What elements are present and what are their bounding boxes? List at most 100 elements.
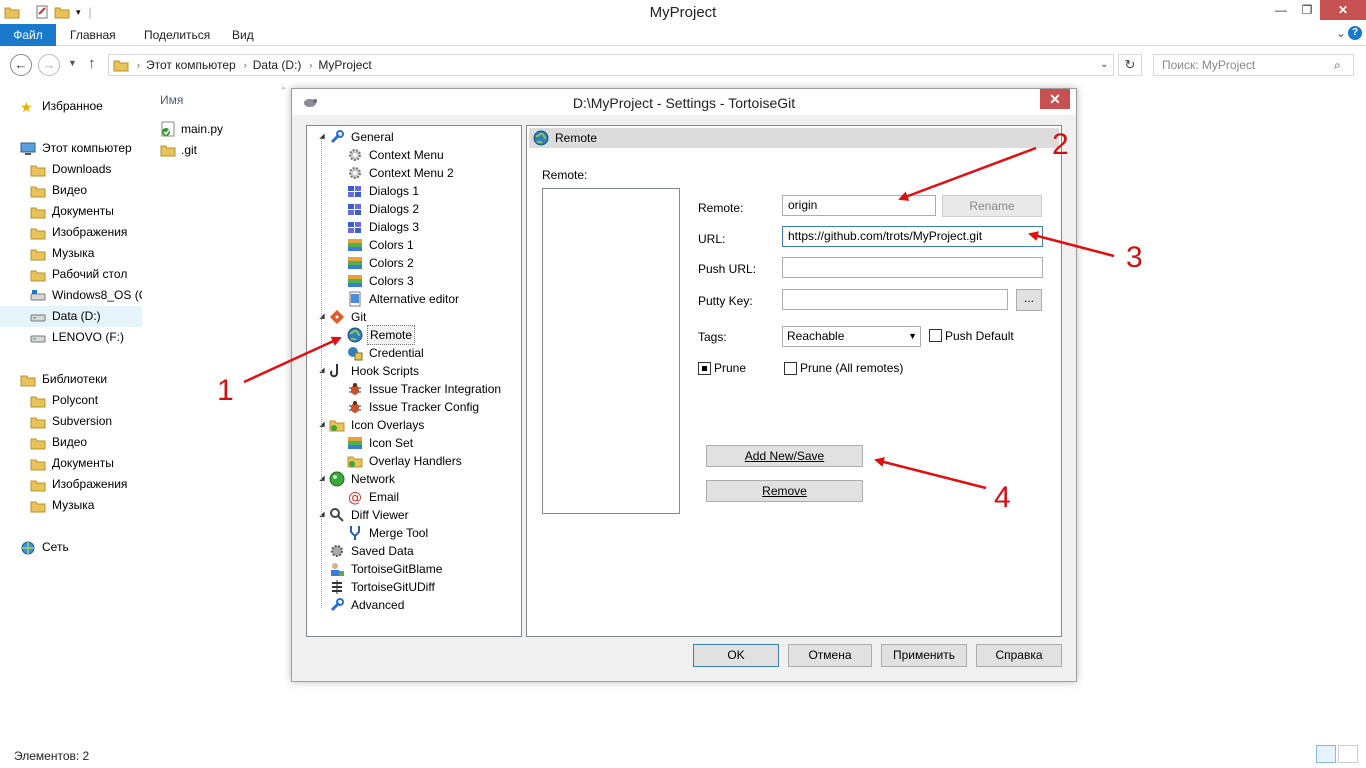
nav-libraries[interactable]: Библиотеки — [0, 369, 142, 390]
url-input[interactable]: https://github.com/trots/MyProject.git — [782, 226, 1043, 247]
nav-item[interactable]: Музыка — [0, 495, 142, 516]
tree-node-colors-2[interactable]: Colors 2 — [307, 254, 521, 272]
nav-item[interactable]: Subversion — [0, 411, 142, 432]
tree-expand-icon[interactable]: ◢ — [317, 470, 327, 488]
maximize-button[interactable]: ❐ — [1294, 0, 1320, 20]
tree-node-advanced[interactable]: Advanced — [307, 596, 521, 614]
tree-expand-icon[interactable]: ◢ — [317, 308, 327, 326]
nav-this-pc[interactable]: Этот компьютер — [0, 138, 142, 159]
breadcrumb-data-d[interactable]: Data (D:) — [253, 58, 302, 72]
file-item[interactable]: main.py — [160, 119, 223, 139]
tab-home[interactable]: Главная — [56, 24, 130, 46]
tree-node-credential[interactable]: Credential — [307, 344, 521, 362]
tree-node-udiff[interactable]: TortoiseGitUDiff — [307, 578, 521, 596]
tree-node-saved-data[interactable]: Saved Data — [307, 542, 521, 560]
minimize-button[interactable]: — — [1268, 0, 1294, 20]
nav-item[interactable]: Документы — [0, 201, 142, 222]
prune-all-checkbox[interactable]: Prune (All remotes) — [784, 361, 903, 375]
tree-node-icon-set[interactable]: Icon Set — [307, 434, 521, 452]
nav-item[interactable]: Документы — [0, 453, 142, 474]
tab-file[interactable]: Файл — [0, 24, 56, 46]
breadcrumb-this-pc[interactable]: Этот компьютер — [146, 58, 236, 72]
breadcrumb-myproject[interactable]: MyProject — [318, 58, 371, 72]
remote-name-input[interactable]: origin — [782, 195, 936, 216]
nav-item[interactable]: Изображения — [0, 474, 142, 495]
tree-node-icon-overlays[interactable]: ◢ Icon Overlays — [307, 416, 521, 434]
nav-favorites[interactable]: ★ Избранное — [0, 96, 142, 117]
file-item[interactable]: .git — [160, 140, 197, 160]
tree-node-network[interactable]: ◢ Network — [307, 470, 521, 488]
tree-node-email[interactable]: @ Email — [307, 488, 521, 506]
push-default-check[interactable] — [929, 329, 942, 342]
tree-expand-icon[interactable]: ◢ — [317, 362, 327, 380]
tree-node-diff-viewer[interactable]: ◢ Diff Viewer — [307, 506, 521, 524]
tree-node-hook-scripts[interactable]: ◢ Hook Scripts — [307, 362, 521, 380]
nav-item[interactable]: Рабочий стол — [0, 264, 142, 285]
tree-expand-icon[interactable]: ◢ — [317, 506, 327, 524]
putty-key-input[interactable] — [782, 289, 1008, 310]
apply-button[interactable]: Применить — [881, 644, 967, 667]
tree-node-general[interactable]: ◢ General — [307, 128, 521, 146]
column-header-name[interactable]: Имя — [160, 93, 183, 107]
tree-node-blame[interactable]: TortoiseGitBlame — [307, 560, 521, 578]
nav-network[interactable]: Сеть — [0, 537, 142, 558]
help-icon[interactable]: ? — [1348, 26, 1362, 40]
tree-node-dialogs-1[interactable]: Dialogs 1 — [307, 182, 521, 200]
tree-node-colors-1[interactable]: Colors 1 — [307, 236, 521, 254]
ok-button[interactable]: OK — [693, 644, 779, 667]
nav-item[interactable]: Видео — [0, 432, 142, 453]
back-button[interactable]: ← — [10, 54, 32, 76]
search-icon[interactable]: ⌕ — [1334, 58, 1341, 73]
tree-node-dialogs-2[interactable]: Dialogs 2 — [307, 200, 521, 218]
dialog-close-button[interactable]: ✕ — [1040, 89, 1070, 109]
tree-node-overlay-handlers[interactable]: Overlay Handlers — [307, 452, 521, 470]
tree-node-issue-integration[interactable]: Issue Tracker Integration — [307, 380, 521, 398]
recent-locations-icon[interactable]: ▼ — [68, 58, 77, 68]
tab-share[interactable]: Поделиться — [130, 24, 224, 46]
prune-checkbox[interactable]: Prune — [698, 361, 746, 375]
tree-node-git[interactable]: ◢ Git — [307, 308, 521, 326]
address-dropdown-icon[interactable]: ⌄ — [1100, 59, 1108, 70]
prune-all-check[interactable] — [784, 361, 797, 375]
tree-node-context-menu-2[interactable]: Context Menu 2 — [307, 164, 521, 182]
close-button[interactable]: ✕ — [1320, 0, 1366, 20]
crumb-separator-icon[interactable]: › — [309, 60, 312, 70]
details-view-button[interactable] — [1316, 745, 1336, 763]
tree-node-context-menu[interactable]: Context Menu — [307, 146, 521, 164]
nav-item[interactable]: Downloads — [0, 159, 142, 180]
address-bar[interactable]: › Этот компьютер › Data (D:) › MyProject — [108, 54, 1114, 76]
large-icons-view-button[interactable] — [1338, 745, 1358, 763]
tree-expand-icon[interactable]: ◢ — [317, 128, 327, 146]
remote-list[interactable] — [542, 188, 680, 514]
search-input[interactable]: Поиск: MyProject — [1153, 54, 1354, 76]
crumb-separator-icon[interactable]: › — [244, 60, 247, 70]
tree-node-dialogs-3[interactable]: Dialogs 3 — [307, 218, 521, 236]
tree-node-merge-tool[interactable]: Merge Tool — [307, 524, 521, 542]
tree-node-issue-config[interactable]: Issue Tracker Config — [307, 398, 521, 416]
nav-item[interactable]: Data (D:) — [0, 306, 142, 327]
nav-item[interactable]: Видео — [0, 180, 142, 201]
tags-select[interactable]: Reachable ▼ — [782, 326, 921, 347]
nav-item[interactable]: Музыка — [0, 243, 142, 264]
add-new-save-button[interactable]: Add New/Save — [706, 445, 863, 467]
push-url-input[interactable] — [782, 257, 1043, 278]
cancel-button[interactable]: Отмена — [788, 644, 872, 667]
tree-expand-icon[interactable]: ◢ — [317, 416, 327, 434]
up-button[interactable]: ↑ — [88, 55, 96, 72]
nav-item[interactable]: LENOVO (F:) — [0, 327, 142, 348]
remove-button[interactable]: Remove — [706, 480, 863, 502]
tab-view[interactable]: Вид — [218, 24, 268, 46]
tree-node-alt-editor[interactable]: Alternative editor — [307, 290, 521, 308]
help-button[interactable]: Справка — [976, 644, 1062, 667]
push-default-checkbox[interactable]: Push Default — [929, 328, 1014, 343]
expand-ribbon-icon[interactable]: ⌄ — [1336, 26, 1346, 40]
forward-button[interactable]: → — [38, 54, 60, 76]
rename-button[interactable]: Rename — [942, 195, 1042, 217]
nav-item[interactable]: Windows8_OS (C:) — [0, 285, 142, 306]
nav-item[interactable]: Изображения — [0, 222, 142, 243]
tree-node-colors-3[interactable]: Colors 3 — [307, 272, 521, 290]
prune-check[interactable] — [698, 361, 711, 375]
refresh-button[interactable]: ↻ — [1118, 54, 1142, 76]
tree-node-remote[interactable]: Remote — [307, 325, 521, 345]
nav-item[interactable]: Polycont — [0, 390, 142, 411]
